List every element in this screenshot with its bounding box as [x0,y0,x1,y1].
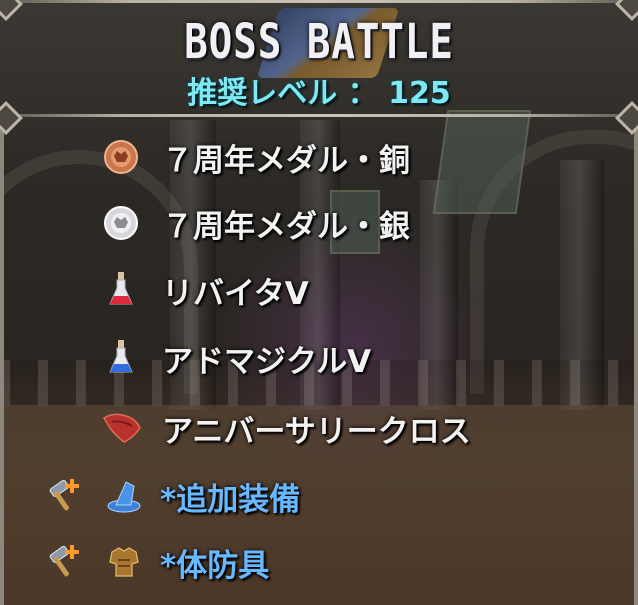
page-title: BOSS BATTLE [184,14,454,70]
bronze-medal-icon [103,139,139,175]
reward-item-label: ７周年メダル・銀 [162,209,410,245]
crafting-hammer-icon [44,476,84,516]
red-cloth-icon [100,410,144,446]
frame-divider [0,114,638,117]
reward-item-label: ７周年メダル・銅 [162,143,410,179]
blue-potion-icon [106,338,136,378]
reward-item-label: アドマジクルV [162,344,372,380]
wizard-hat-icon [104,476,144,516]
recommended-level: 推奨レベル ： 125 [187,76,451,111]
red-potion-icon [106,270,136,310]
frame-corner-ornament [615,0,638,21]
boss-battle-panel: BOSS BATTLE 推奨レベル ： 125 ７周年メダル・銅 ７周年メダル・… [0,0,638,605]
reward-item-label: *追加装備 [160,482,301,518]
reward-item-label: アニバーサリークロス [162,414,471,450]
frame-top-border [0,0,638,3]
crafting-hammer-icon [44,542,84,582]
body-armor-icon [104,542,144,582]
reward-item-label: リバイタV [162,276,309,312]
frame-corner-ornament [0,0,23,21]
frame-left-border [0,117,4,605]
background-banner [432,110,532,214]
reward-item-label: *体防具 [160,548,270,584]
frame-right-border [634,117,638,605]
silver-medal-icon [103,205,139,241]
